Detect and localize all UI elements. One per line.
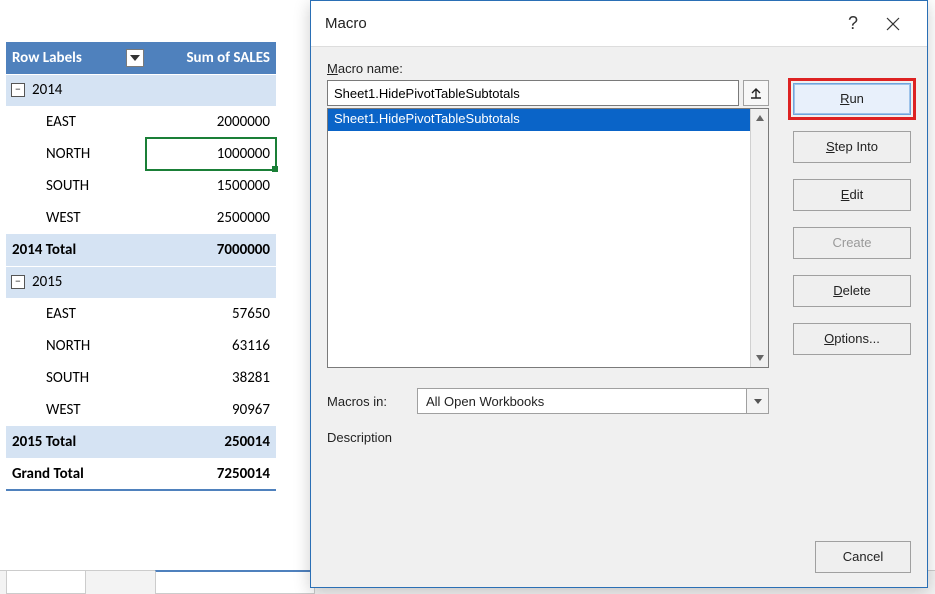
chevron-down-icon[interactable]: [746, 389, 768, 413]
pivot-table: Row Labels Sum of SALES − 2014 EAST20000…: [6, 42, 276, 491]
macros-in-combo[interactable]: All Open Workbooks: [417, 388, 769, 414]
region-cell[interactable]: SOUTH: [6, 362, 146, 394]
macros-in-label: Macros in:: [327, 394, 405, 409]
dialog-title: Macro: [325, 15, 833, 32]
subtotal-label[interactable]: 2015 Total: [6, 426, 146, 458]
reference-picker-button[interactable]: [743, 80, 769, 106]
value-cell[interactable]: 2000000: [146, 106, 276, 138]
value-cell[interactable]: 38281: [146, 362, 276, 394]
close-button[interactable]: [873, 8, 913, 40]
close-icon: [886, 17, 900, 31]
grand-total-value[interactable]: 7250014: [146, 458, 276, 490]
macro-dialog: Macro ? Macro name: Sheet1.HidePivotTabl…: [310, 0, 928, 588]
region-cell[interactable]: NORTH: [6, 330, 146, 362]
region-cell[interactable]: EAST: [6, 298, 146, 330]
macro-list-item-selected[interactable]: Sheet1.HidePivotTableSubtotals: [328, 109, 750, 131]
question-icon: ?: [848, 13, 858, 34]
region-cell[interactable]: SOUTH: [6, 170, 146, 202]
grand-total-label[interactable]: Grand Total: [6, 458, 146, 490]
cancel-button[interactable]: Cancel: [815, 541, 911, 573]
collapse-icon[interactable]: −: [11, 83, 25, 97]
sheet-tab[interactable]: [6, 570, 86, 594]
value-cell[interactable]: 57650: [146, 298, 276, 330]
value-cell[interactable]: 63116: [146, 330, 276, 362]
delete-button[interactable]: Delete: [793, 275, 911, 307]
subtotal-value[interactable]: 7000000: [146, 234, 276, 266]
value-cell-selected[interactable]: 1000000: [146, 138, 276, 170]
pivot-header-sales: Sum of SALES: [146, 42, 276, 74]
description-label: Description: [327, 430, 769, 445]
group-label: 2014: [32, 81, 62, 99]
scroll-down-icon[interactable]: [751, 349, 768, 367]
filter-dropdown-icon[interactable]: [126, 49, 144, 67]
edit-button[interactable]: Edit: [793, 179, 911, 211]
scrollbar[interactable]: [750, 109, 768, 367]
subtotal-label[interactable]: 2014 Total: [6, 234, 146, 266]
collapse-icon[interactable]: −: [11, 275, 25, 289]
region-cell[interactable]: WEST: [6, 202, 146, 234]
create-button: Create: [793, 227, 911, 259]
up-arrow-icon: [749, 86, 763, 100]
subtotal-value[interactable]: 250014: [146, 426, 276, 458]
group-label: 2015: [32, 273, 62, 291]
run-button[interactable]: Run: [793, 83, 911, 115]
step-into-button[interactable]: Step Into: [793, 131, 911, 163]
macros-in-value: All Open Workbooks: [418, 394, 746, 409]
region-cell[interactable]: WEST: [6, 394, 146, 426]
help-button[interactable]: ?: [833, 8, 873, 40]
region-cell[interactable]: NORTH: [6, 138, 146, 170]
scroll-up-icon[interactable]: [751, 109, 768, 127]
macro-name-input[interactable]: [327, 80, 739, 106]
macro-name-label: Macro name:: [327, 61, 769, 76]
region-cell[interactable]: EAST: [6, 106, 146, 138]
pivot-header-rowlabels: Row Labels: [12, 49, 82, 67]
macro-listbox[interactable]: Sheet1.HidePivotTableSubtotals: [327, 108, 769, 368]
value-cell[interactable]: 1500000: [146, 170, 276, 202]
options-button[interactable]: Options...: [793, 323, 911, 355]
dialog-titlebar: Macro ?: [311, 1, 927, 47]
value-cell[interactable]: 2500000: [146, 202, 276, 234]
sheet-tab-active[interactable]: [155, 570, 315, 594]
value-cell[interactable]: 90967: [146, 394, 276, 426]
